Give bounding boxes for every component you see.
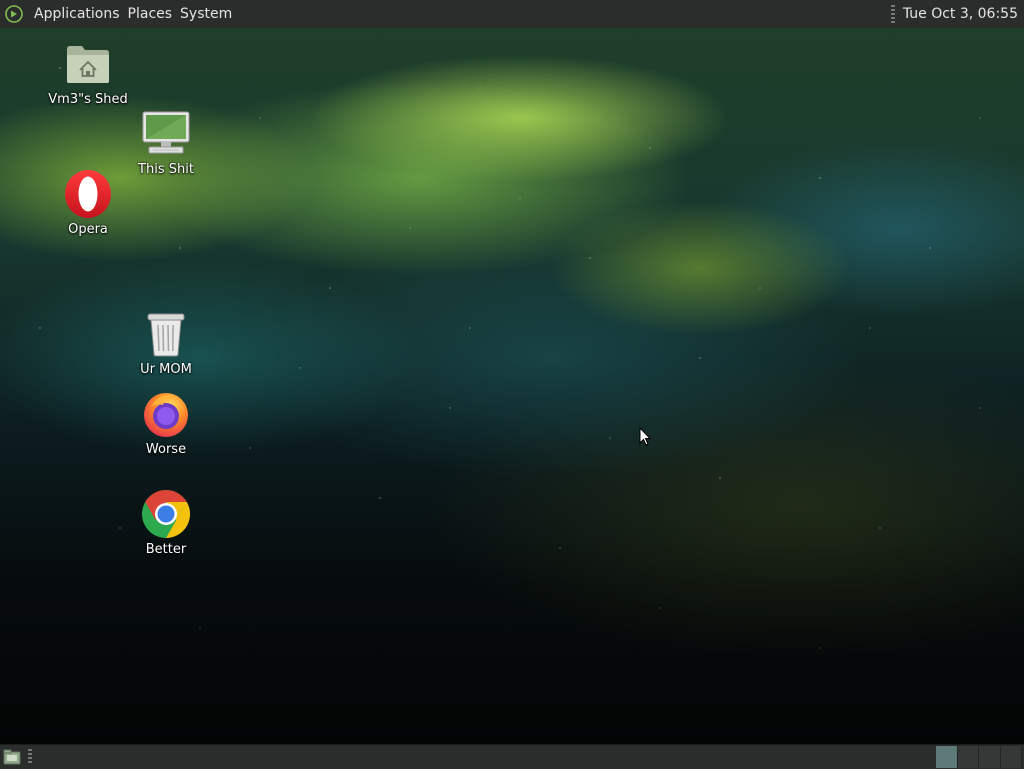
workspace-3[interactable] <box>979 746 1001 768</box>
show-desktop-button[interactable] <box>2 748 22 766</box>
show-desktop-icon <box>3 749 21 765</box>
bottom-panel-grip[interactable] <box>28 749 32 765</box>
workspace-4[interactable] <box>1001 746 1023 768</box>
menu-system[interactable]: System <box>176 0 236 28</box>
desktop-icon-home[interactable]: Vm3"s Shed <box>40 38 136 107</box>
desktop-icon-trash[interactable]: Ur MOM <box>118 308 214 377</box>
bottom-panel <box>0 744 1024 769</box>
icon-label-trash: Ur MOM <box>140 362 192 377</box>
icon-label-chrome: Better <box>146 542 186 557</box>
menu-applications[interactable]: Applications <box>30 0 124 28</box>
icon-label-firefox: Worse <box>146 442 186 457</box>
icon-label-home: Vm3"s Shed <box>48 92 127 107</box>
workspace-switcher <box>936 746 1022 768</box>
desktop-icon-opera[interactable]: Opera <box>40 168 136 237</box>
desktop[interactable]: Vm3"s Shed This Shit <box>0 28 1024 744</box>
desktop-icon-computer[interactable]: This Shit <box>118 108 214 177</box>
chrome-icon <box>140 488 192 540</box>
clock[interactable]: Tue Oct 3, 06:55 <box>903 6 1024 22</box>
desktop-icon-firefox[interactable]: Worse <box>118 388 214 457</box>
top-panel: Applications Places System Tue Oct 3, 06… <box>0 0 1024 29</box>
menu-places[interactable]: Places <box>124 0 177 28</box>
panel-right-area: Tue Oct 3, 06:55 <box>891 0 1024 28</box>
computer-icon <box>140 108 192 160</box>
panel-grip[interactable] <box>891 5 895 23</box>
workspace-1[interactable] <box>936 746 958 768</box>
workspace-2[interactable] <box>958 746 980 768</box>
mouse-cursor-icon <box>639 427 653 447</box>
icon-label-opera: Opera <box>68 222 108 237</box>
opera-icon <box>62 168 114 220</box>
icon-label-computer: This Shit <box>138 162 194 177</box>
mint-logo-icon[interactable] <box>4 4 24 24</box>
trash-icon <box>140 308 192 360</box>
desktop-icon-chrome[interactable]: Better <box>118 488 214 557</box>
home-folder-icon <box>62 38 114 90</box>
firefox-icon <box>140 388 192 440</box>
